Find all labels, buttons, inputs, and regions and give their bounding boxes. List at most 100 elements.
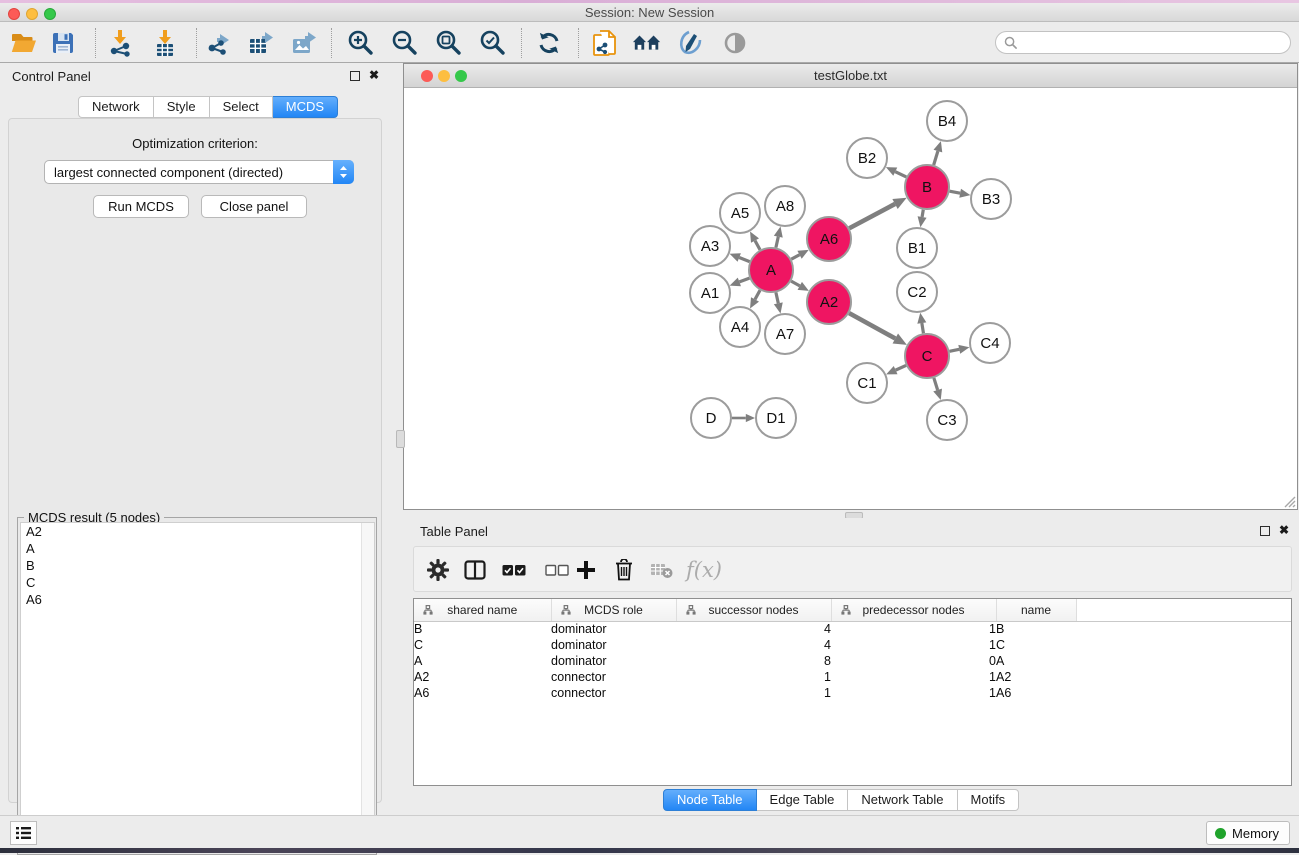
edge-A-A8[interactable]	[776, 237, 778, 248]
table-cell[interactable]: connector	[551, 685, 676, 701]
table-settings-gear-icon[interactable]	[426, 556, 450, 584]
edge-B-B1[interactable]	[922, 210, 923, 217]
app-zoom-button[interactable]	[44, 8, 56, 20]
style-brush-icon[interactable]	[675, 29, 705, 57]
window-resize-grip[interactable]	[1282, 494, 1296, 508]
edge-A-A5[interactable]	[755, 241, 760, 250]
app-close-button[interactable]	[8, 8, 20, 20]
zoom-selected-icon[interactable]	[478, 29, 508, 57]
edge-C-C4[interactable]	[950, 349, 960, 351]
node-table[interactable]: shared nameMCDS rolesuccessor nodesprede…	[413, 598, 1292, 786]
result-list-item[interactable]: A2	[21, 523, 374, 540]
tab-style[interactable]: Style	[154, 96, 210, 118]
delete-column-trash-icon[interactable]	[614, 556, 634, 584]
close-panel-icon[interactable]: ✖	[369, 68, 379, 82]
table-cell[interactable]: 1	[831, 621, 996, 637]
tab-edge-table[interactable]: Edge Table	[757, 789, 849, 811]
export-table-icon[interactable]	[246, 29, 276, 57]
close-panel-icon[interactable]: ✖	[1279, 523, 1289, 537]
table-cell[interactable]: A6	[414, 685, 551, 701]
tab-network[interactable]: Network	[78, 96, 154, 118]
table-cell[interactable]: B	[996, 621, 1076, 637]
table-cell[interactable]: A2	[996, 669, 1076, 685]
edge-A-A2[interactable]	[791, 281, 800, 286]
vertical-split-handle[interactable]	[396, 430, 405, 448]
edge-B-B2[interactable]	[895, 172, 906, 177]
network-zoom-button[interactable]	[455, 70, 467, 82]
tab-node-table[interactable]: Node Table	[663, 789, 757, 811]
result-list-scrollbar[interactable]	[361, 523, 374, 852]
memory-button[interactable]: Memory	[1206, 821, 1290, 845]
zoom-out-icon[interactable]	[390, 29, 420, 57]
table-cell[interactable]: dominator	[551, 653, 676, 669]
table-row[interactable]: Bdominator41B	[414, 621, 1292, 637]
table-cell[interactable]: 1	[676, 685, 831, 701]
table-cell[interactable]: connector	[551, 669, 676, 685]
table-cell[interactable]: C	[414, 637, 551, 653]
edge-A-A1[interactable]	[739, 278, 749, 282]
edge-A-A4[interactable]	[755, 290, 760, 299]
export-network-icon[interactable]	[204, 29, 234, 57]
network-minimize-button[interactable]	[438, 70, 450, 82]
table-cell[interactable]: A2	[414, 669, 551, 685]
edge-A-A7[interactable]	[776, 292, 778, 303]
table-cell[interactable]: 8	[676, 653, 831, 669]
result-list-item[interactable]: A	[21, 540, 374, 557]
table-cell[interactable]: 4	[676, 637, 831, 653]
edge-A2-C[interactable]	[849, 313, 895, 338]
edge-B-B3[interactable]	[950, 191, 961, 193]
column-header-predecessor-nodes[interactable]: predecessor nodes	[831, 599, 996, 621]
save-session-icon[interactable]	[48, 29, 78, 57]
column-header-shared-name[interactable]: shared name	[414, 599, 551, 621]
task-history-button[interactable]	[10, 821, 37, 845]
table-row[interactable]: Adominator80A	[414, 653, 1292, 669]
search-field[interactable]	[995, 31, 1291, 54]
show-hide-eye-icon[interactable]	[720, 29, 750, 57]
table-cell[interactable]: dominator	[551, 621, 676, 637]
table-cell[interactable]: 4	[676, 621, 831, 637]
column-header-successor-nodes[interactable]: successor nodes	[676, 599, 831, 621]
table-cell[interactable]: C	[996, 637, 1076, 653]
result-list-item[interactable]: C	[21, 574, 374, 591]
edge-C-C3[interactable]	[934, 378, 938, 390]
float-panel-icon[interactable]	[350, 71, 360, 81]
network-window-titlebar[interactable]: testGlobe.txt	[404, 64, 1297, 88]
show-columns-icon[interactable]	[463, 556, 487, 584]
tab-motifs[interactable]: Motifs	[958, 789, 1020, 811]
tab-network-table[interactable]: Network Table	[848, 789, 957, 811]
edge-C-C1[interactable]	[896, 365, 906, 370]
table-row[interactable]: Cdominator41C	[414, 637, 1292, 653]
import-network-icon[interactable]	[105, 29, 135, 57]
table-cell[interactable]: B	[414, 621, 551, 637]
column-header-name[interactable]: name	[996, 599, 1076, 621]
refresh-icon[interactable]	[534, 29, 564, 57]
delete-table-icon[interactable]	[650, 556, 674, 584]
edge-A-A6[interactable]	[791, 255, 799, 259]
edge-A6-B[interactable]	[849, 204, 895, 228]
table-cell[interactable]: A	[996, 653, 1076, 669]
function-builder-icon[interactable]: f(x)	[686, 556, 722, 584]
result-list-item[interactable]: A6	[21, 591, 374, 608]
float-panel-icon[interactable]	[1260, 526, 1270, 536]
table-cell[interactable]: A6	[996, 685, 1076, 701]
home-layouts-icon[interactable]	[632, 29, 662, 57]
result-list-item[interactable]: B	[21, 557, 374, 574]
column-header-MCDS-role[interactable]: MCDS role	[551, 599, 676, 621]
table-row[interactable]: A6connector11A6	[414, 685, 1292, 701]
new-network-from-file-icon[interactable]	[590, 29, 620, 57]
mcds-result-list[interactable]: A2ABCA6	[20, 522, 375, 853]
add-column-icon[interactable]	[576, 556, 596, 584]
run-mcds-button[interactable]: Run MCDS	[93, 195, 189, 218]
search-input[interactable]	[1022, 35, 1290, 50]
deselect-all-checkboxes-icon[interactable]	[545, 556, 569, 584]
table-cell[interactable]: 1	[831, 637, 996, 653]
open-folder-icon[interactable]	[8, 29, 38, 57]
edge-C-C2[interactable]	[922, 323, 924, 333]
table-cell[interactable]: 0	[831, 653, 996, 669]
import-table-icon[interactable]	[150, 29, 180, 57]
network-canvas[interactable]: B4B2BB3A8A5A6A3B1AA1C2A2A4A7C4CC1C3DD1	[404, 89, 1297, 509]
tab-select[interactable]: Select	[210, 96, 273, 118]
network-close-button[interactable]	[421, 70, 433, 82]
tab-mcds[interactable]: MCDS	[273, 96, 338, 118]
edge-A-A3[interactable]	[739, 257, 749, 261]
